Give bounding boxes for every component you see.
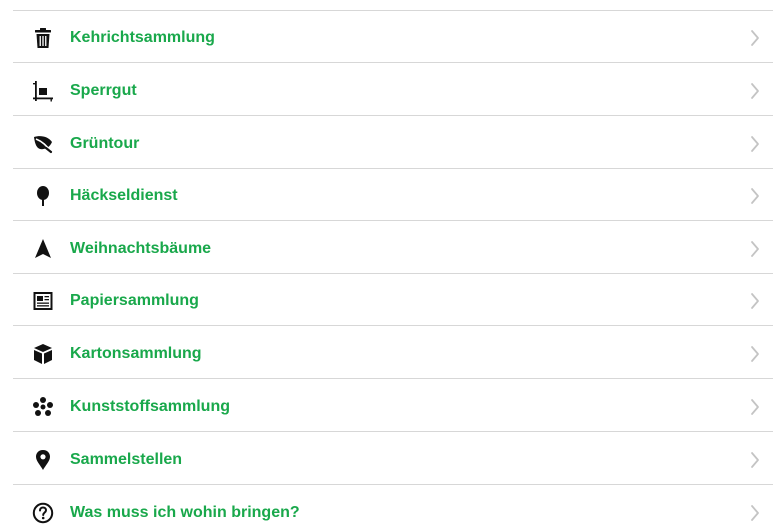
chevron-right-icon [749,134,761,154]
list-item-label: Kunststoffsammlung [70,398,230,415]
list-item-label: Kehrichtsammlung [70,29,215,46]
chevron-right-icon [749,344,761,364]
list-item-was-muss-ich-wohin-bringen[interactable]: Was muss ich wohin bringen? [0,486,773,531]
list-item-kunststoffsammlung[interactable]: Kunststoffsammlung [0,380,773,432]
list-item-sperrgut[interactable]: Sperrgut [0,64,773,116]
list-item-label: Was muss ich wohin bringen? [70,504,300,521]
list-item-gruentour[interactable]: Grüntour [0,117,773,169]
newspaper-icon [32,290,54,312]
list-item-label: Kartonsammlung [70,345,202,362]
chevron-right-icon [749,503,761,523]
christmas-tree-icon [32,238,54,260]
list-item-papiersammlung[interactable]: Papiersammlung [0,274,773,326]
divider [13,220,773,221]
bulky-item-icon [32,80,54,102]
trash-icon [32,27,54,49]
list-item-weihnachtsbaeume[interactable]: Weihnachtsbäume [0,222,773,274]
list-item-label: Häckseldienst [70,187,178,204]
plastic-icon [32,396,54,418]
box-icon [32,343,54,365]
leaf-icon [32,133,54,155]
chevron-right-icon [749,81,761,101]
list-item-haeckseldienst[interactable]: Häckseldienst [0,169,773,221]
chevron-right-icon [749,397,761,417]
question-icon [32,502,54,524]
location-pin-icon [32,449,54,471]
divider [13,431,773,432]
chevron-right-icon [749,291,761,311]
divider [13,115,773,116]
list-item-label: Sammelstellen [70,451,183,468]
chevron-right-icon [749,450,761,470]
chevron-right-icon [749,239,761,259]
list-item-label: Papiersammlung [70,292,199,309]
tree-icon [32,185,54,207]
list-item-kartonsammlung[interactable]: Kartonsammlung [0,327,773,379]
list-item-label: Weihnachtsbäume [70,240,212,257]
divider [13,325,773,326]
list-item-label: Sperrgut [70,82,137,99]
divider [13,378,773,379]
divider [13,484,773,485]
service-list: Kehrichtsammlung Sperrgut Grüntour Häcks… [0,0,773,531]
chevron-right-icon [749,186,761,206]
list-item-label: Grüntour [70,135,140,152]
chevron-right-icon [749,28,761,48]
divider [13,62,773,63]
list-item-kehrichtsammlung[interactable]: Kehrichtsammlung [0,11,773,63]
list-item-sammelstellen[interactable]: Sammelstellen [0,433,773,485]
